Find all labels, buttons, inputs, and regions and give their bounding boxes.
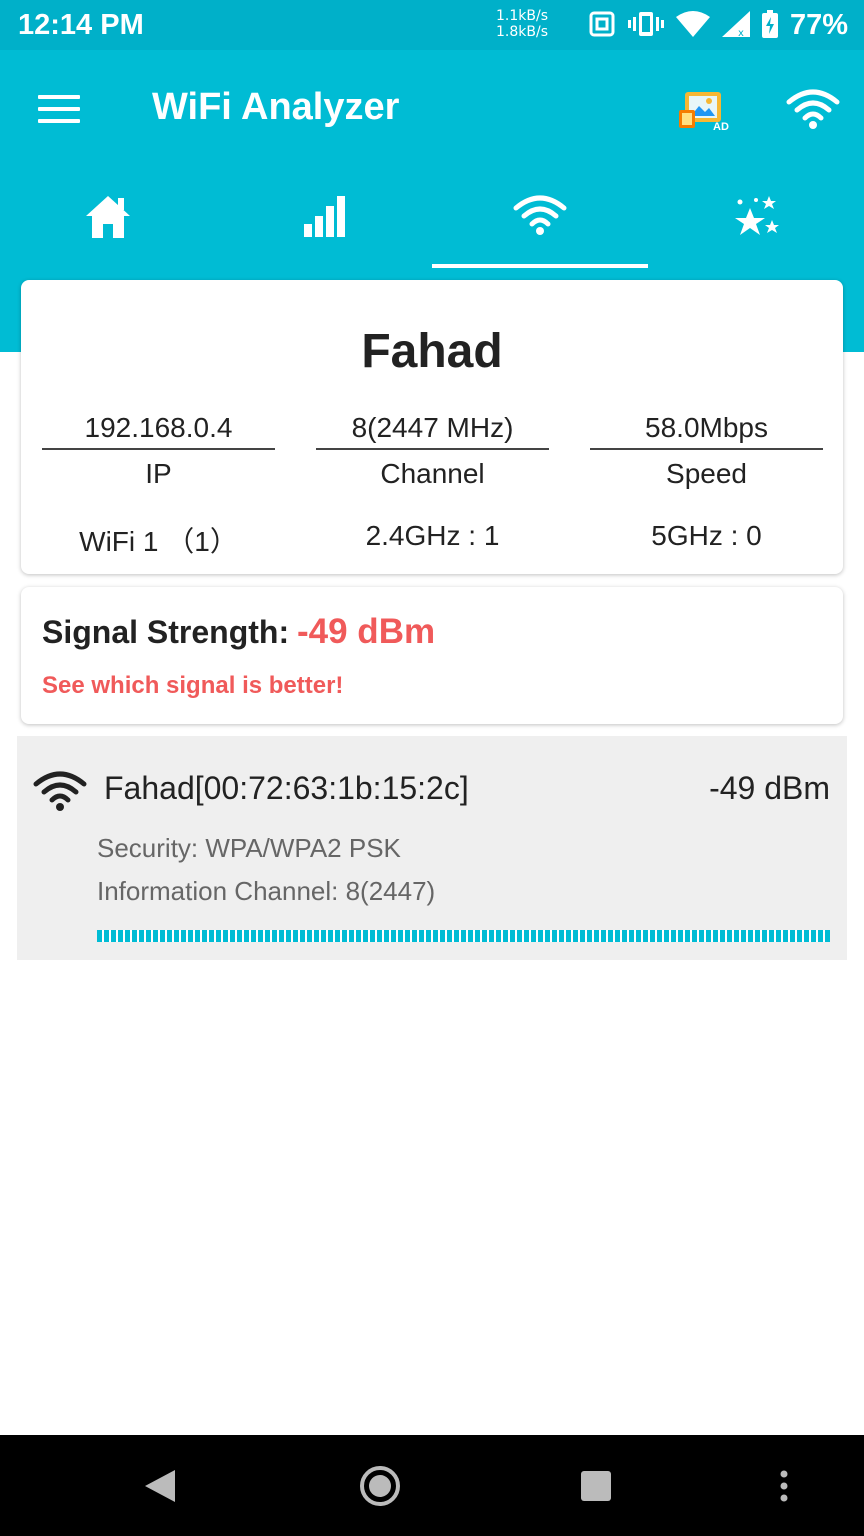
band-5-count: 5GHz : 0: [651, 520, 762, 551]
recents-icon: [581, 1470, 611, 1501]
speed-value: 58.0Mbps: [590, 408, 823, 450]
channel-label: Channel: [380, 458, 485, 489]
signal-card[interactable]: [21, 587, 843, 724]
ap-name: Fahad[00:72:63:1b:15:2c]: [104, 770, 469, 806]
home-circle-icon: [360, 1465, 400, 1506]
system-nav-bar: [0, 1435, 864, 1536]
home-icon: [86, 196, 130, 238]
more-vert-icon: [780, 1470, 788, 1501]
upload-rate: 1.1kB/s: [496, 8, 548, 24]
ad-button[interactable]: AD: [679, 88, 733, 134]
ap-channel: Information Channel: 8(2447): [97, 876, 436, 906]
back-icon: [145, 1469, 175, 1502]
tab-rate[interactable]: [648, 190, 864, 266]
ip-column: 192.168.0.4 IP WiFi 1 （1）: [42, 408, 275, 557]
signal-strength-label: Signal Strength:: [42, 614, 290, 650]
recents-button[interactable]: [566, 1435, 626, 1536]
menu-icon-line: [38, 95, 80, 99]
nfc-icon: [589, 11, 615, 37]
back-button[interactable]: [130, 1435, 190, 1536]
status-bar: 12:14 PM 1.1kB/s 1.8kB/s x 77%: [0, 0, 864, 50]
signal-compare-link[interactable]: See which signal is better!: [42, 672, 343, 700]
status-time: 12:14 PM: [18, 9, 144, 41]
speed-column: 58.0Mbps Speed 5GHz : 0: [590, 408, 823, 551]
svg-text:x: x: [738, 28, 744, 37]
wifi-icon: [33, 771, 87, 811]
signal-strength-value: -49 dBm: [297, 612, 436, 651]
ap-wifi-icon: [33, 770, 87, 812]
ap-security: Security: WPA/WPA2 PSK: [97, 833, 401, 863]
ad-badge: AD: [713, 121, 729, 133]
channel-column: 8(2447 MHz) Channel 2.4GHz : 1: [316, 408, 549, 551]
ap-signal-bar: [97, 930, 830, 942]
wifi-icon: [513, 195, 567, 235]
connected-ssid: Fahad: [361, 325, 503, 378]
ip-value: 192.168.0.4: [42, 408, 275, 450]
speed-label: Speed: [666, 458, 747, 489]
ip-label: IP: [145, 458, 172, 489]
cell-signal-icon: x: [722, 11, 750, 37]
tab-wifi[interactable]: [432, 190, 648, 266]
home-button[interactable]: [350, 1435, 410, 1536]
wifi-icon: [786, 89, 840, 129]
app-title: WiFi Analyzer: [152, 86, 400, 128]
more-options-button[interactable]: [760, 1435, 808, 1536]
battery-percent: 77%: [790, 9, 849, 41]
tab-selected-indicator: [432, 264, 648, 268]
menu-button[interactable]: [38, 95, 80, 125]
bar-chart-icon: [304, 196, 345, 237]
tab-home[interactable]: [0, 190, 216, 266]
network-rates: 1.1kB/s 1.8kB/s: [496, 8, 548, 40]
wifi-scan-button[interactable]: [786, 88, 840, 130]
band-24-count: 2.4GHz : 1: [365, 520, 500, 551]
wifi-signal-icon: [676, 11, 710, 37]
menu-icon-line: [38, 119, 80, 123]
download-rate: 1.8kB/s: [496, 24, 548, 40]
status-icons: x: [588, 10, 778, 38]
battery-icon: [762, 10, 778, 38]
vibrate-icon: [628, 12, 664, 36]
wifi-count: WiFi 1 （1）: [79, 526, 238, 557]
stars-icon: [735, 196, 779, 235]
menu-icon-line: [38, 107, 80, 111]
ap-signal-dbm: -49 dBm: [709, 770, 830, 806]
channel-value: 8(2447 MHz): [316, 408, 549, 450]
tab-signal[interactable]: [216, 190, 432, 266]
